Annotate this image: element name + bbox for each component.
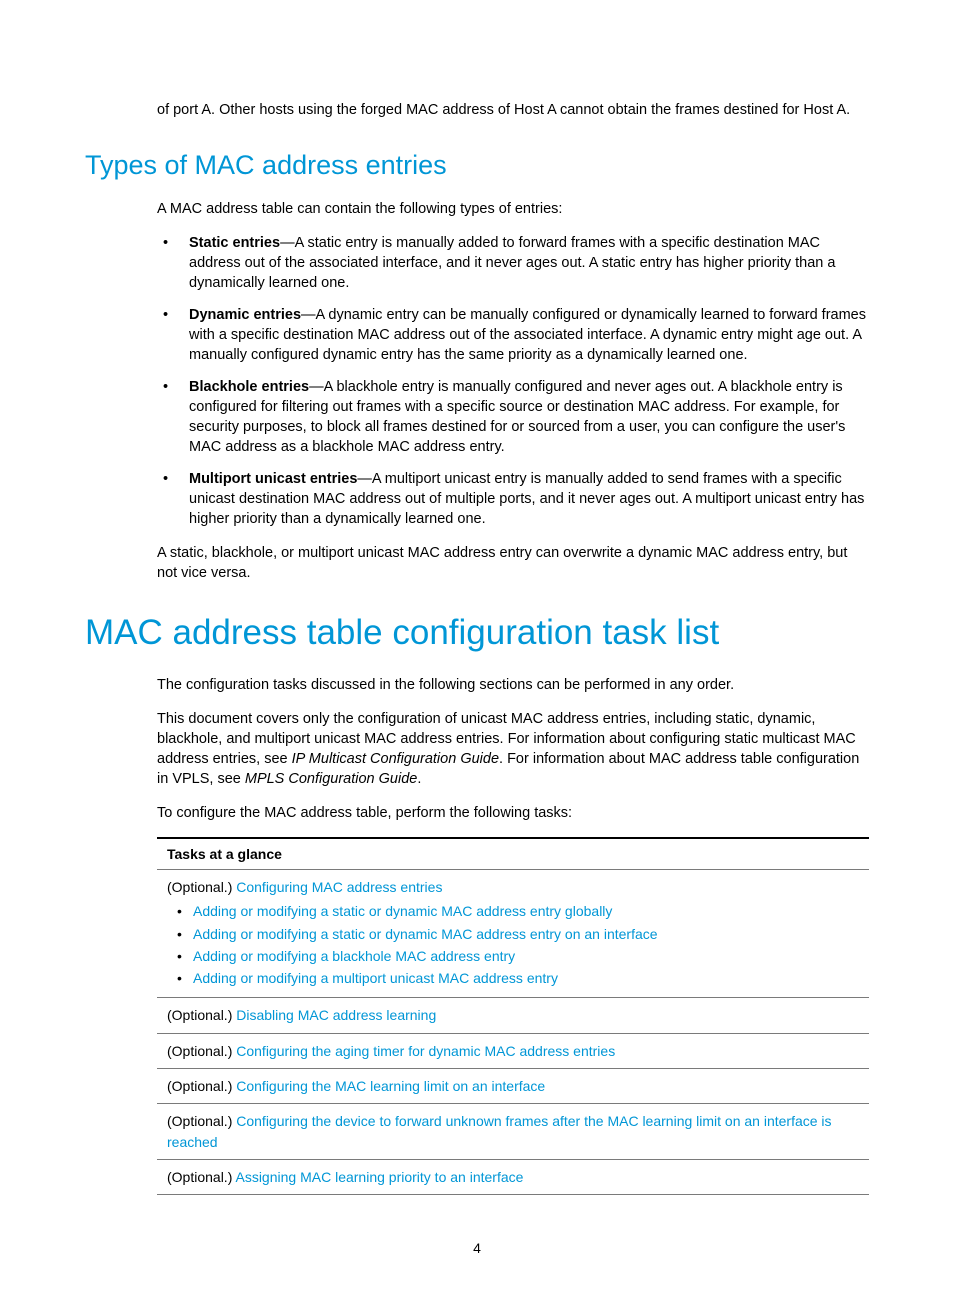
- task-row-4: (Optional.) Configuring the device to fo…: [157, 1104, 869, 1160]
- entry-desc: —A static entry is manually added to for…: [189, 235, 835, 291]
- section2-p1: The configuration tasks discussed in the…: [157, 675, 869, 695]
- section2-body: The configuration tasks discussed in the…: [157, 675, 869, 1195]
- entry-term: Static entries: [189, 235, 280, 251]
- page-number: 4: [0, 1240, 954, 1256]
- sub-item: Adding or modifying a static or dynamic …: [167, 924, 859, 944]
- optional-label: (Optional.): [167, 1113, 236, 1129]
- task-cell: (Optional.) Configuring MAC address entr…: [157, 870, 869, 998]
- entry-static: Static entries—A static entry is manuall…: [157, 233, 869, 293]
- task-sublink[interactable]: Adding or modifying a multiport unicast …: [193, 970, 558, 986]
- task-row-0: (Optional.) Configuring MAC address entr…: [157, 870, 869, 998]
- task-row-1: (Optional.) Disabling MAC address learni…: [157, 998, 869, 1033]
- tasks-table: Tasks at a glance (Optional.) Configurin…: [157, 837, 869, 1195]
- task-sublink[interactable]: Adding or modifying a blackhole MAC addr…: [193, 948, 515, 964]
- p2-post: .: [417, 771, 421, 787]
- entry-blackhole: Blackhole entries—A blackhole entry is m…: [157, 377, 869, 457]
- task-link-aging-timer[interactable]: Configuring the aging timer for dynamic …: [236, 1043, 615, 1059]
- optional-label: (Optional.): [167, 1169, 235, 1185]
- sub-item: Adding or modifying a static or dynamic …: [167, 901, 859, 921]
- page-content: of port A. Other hosts using the forged …: [0, 0, 954, 1245]
- p2-em1: IP Multicast Configuration Guide: [292, 751, 499, 767]
- task-link-disable-learning[interactable]: Disabling MAC address learning: [236, 1007, 436, 1023]
- entry-type-list: Static entries—A static entry is manuall…: [157, 233, 869, 529]
- task-cell: (Optional.) Configuring the device to fo…: [157, 1104, 869, 1160]
- heading-task-list: MAC address table configuration task lis…: [85, 613, 869, 653]
- section1-lead: A MAC address table can contain the foll…: [157, 199, 869, 219]
- intro-continuation-block: of port A. Other hosts using the forged …: [157, 100, 869, 120]
- task-link-learning-limit[interactable]: Configuring the MAC learning limit on an…: [236, 1078, 545, 1094]
- section2-p3: To configure the MAC address table, perf…: [157, 803, 869, 823]
- task-link-learning-priority[interactable]: Assigning MAC learning priority to an in…: [235, 1169, 523, 1185]
- task-sublink[interactable]: Adding or modifying a static or dynamic …: [193, 903, 612, 919]
- optional-label: (Optional.): [167, 879, 236, 895]
- optional-label: (Optional.): [167, 1007, 236, 1023]
- task-sublink[interactable]: Adding or modifying a static or dynamic …: [193, 926, 658, 942]
- intro-continuation-text: of port A. Other hosts using the forged …: [157, 100, 869, 120]
- sub-item: Adding or modifying a multiport unicast …: [167, 968, 859, 988]
- task-row-5: (Optional.) Assigning MAC learning prior…: [157, 1159, 869, 1194]
- sub-item: Adding or modifying a blackhole MAC addr…: [167, 946, 859, 966]
- section1-body: A MAC address table can contain the foll…: [157, 199, 869, 583]
- entry-term: Multiport unicast entries: [189, 471, 357, 487]
- entry-multiport: Multiport unicast entries—A multiport un…: [157, 469, 869, 529]
- task-cell: (Optional.) Configuring the MAC learning…: [157, 1069, 869, 1104]
- task-cell: (Optional.) Configuring the aging timer …: [157, 1033, 869, 1068]
- p2-em2: MPLS Configuration Guide: [245, 771, 418, 787]
- task-link-forward-unknown[interactable]: Configuring the device to forward unknow…: [167, 1113, 832, 1149]
- task-row-2: (Optional.) Configuring the aging timer …: [157, 1033, 869, 1068]
- section2-p2: This document covers only the configurat…: [157, 709, 869, 789]
- task-sublist: Adding or modifying a static or dynamic …: [167, 901, 859, 988]
- tasks-header-row: Tasks at a glance: [157, 838, 869, 870]
- section1-trailing: A static, blackhole, or multiport unicas…: [157, 543, 869, 583]
- task-row-3: (Optional.) Configuring the MAC learning…: [157, 1069, 869, 1104]
- optional-label: (Optional.): [167, 1078, 236, 1094]
- optional-label: (Optional.): [167, 1043, 236, 1059]
- task-link-config-mac-entries[interactable]: Configuring MAC address entries: [236, 879, 442, 895]
- task-cell: (Optional.) Disabling MAC address learni…: [157, 998, 869, 1033]
- entry-term: Dynamic entries: [189, 307, 301, 323]
- heading-types-of-mac-entries: Types of MAC address entries: [85, 150, 869, 181]
- entry-dynamic: Dynamic entries—A dynamic entry can be m…: [157, 305, 869, 365]
- task-cell: (Optional.) Assigning MAC learning prior…: [157, 1159, 869, 1194]
- entry-term: Blackhole entries: [189, 379, 309, 395]
- tasks-header-cell: Tasks at a glance: [157, 838, 869, 870]
